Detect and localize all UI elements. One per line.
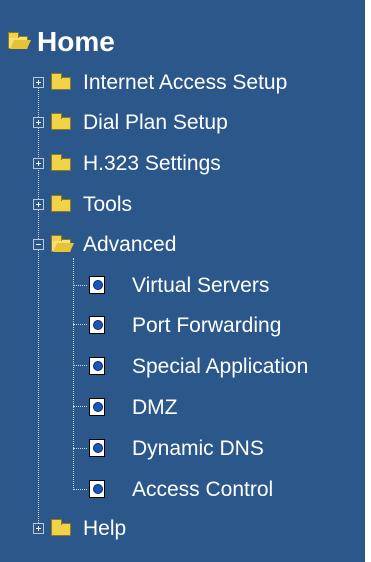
frame-edge xyxy=(365,0,371,562)
tree-item-label: Internet Access Setup xyxy=(83,71,288,94)
page-icon xyxy=(89,316,105,334)
folder-icon xyxy=(51,154,71,171)
page-icon xyxy=(89,398,105,416)
folder-open-icon xyxy=(8,32,28,49)
tree-item-h323-settings[interactable]: H.323 Settings xyxy=(0,148,300,178)
folder-icon xyxy=(51,73,71,90)
expand-plus-icon[interactable] xyxy=(33,158,44,169)
folder-icon xyxy=(51,519,71,536)
expand-plus-icon[interactable] xyxy=(33,199,44,210)
tree-item-internet-access-setup[interactable]: Internet Access Setup xyxy=(0,67,365,97)
tree-item-virtual-servers[interactable]: Virtual Servers xyxy=(0,270,340,300)
tree-item-advanced[interactable]: Advanced xyxy=(0,229,250,259)
collapse-minus-icon[interactable] xyxy=(33,239,44,250)
folder-icon xyxy=(51,195,71,212)
expand-plus-icon[interactable] xyxy=(33,117,44,128)
tree-item-special-application[interactable]: Special Application xyxy=(0,351,365,381)
tree-item-tools[interactable]: Tools xyxy=(0,189,200,219)
tree-item-label: Special Application xyxy=(132,355,309,378)
navigation-tree-panel: Home Internet Access Setup Dial Plan Set… xyxy=(0,0,365,562)
tree-item-label: Port Forwarding xyxy=(132,314,282,337)
page-icon xyxy=(89,357,105,375)
tree-root-home[interactable]: Home xyxy=(0,27,190,57)
page-icon xyxy=(89,276,105,294)
page-icon xyxy=(89,439,105,457)
tree-item-label: DMZ xyxy=(132,396,178,419)
expand-plus-icon[interactable] xyxy=(33,77,44,88)
tree-item-label: Virtual Servers xyxy=(132,274,270,297)
tree-item-dynamic-dns[interactable]: Dynamic DNS xyxy=(0,433,320,463)
tree-item-label: Dial Plan Setup xyxy=(83,111,228,134)
tree-item-label: Tools xyxy=(83,193,133,216)
folder-icon xyxy=(51,113,71,130)
tree-item-label: H.323 Settings xyxy=(83,152,221,175)
tree-item-port-forwarding[interactable]: Port Forwarding xyxy=(0,310,340,340)
page-icon xyxy=(89,480,105,498)
tree-item-label: Access Control xyxy=(132,478,274,501)
tree-item-access-control[interactable]: Access Control xyxy=(0,474,330,504)
tree-item-label: Help xyxy=(83,517,127,540)
tree-item-label: Dynamic DNS xyxy=(132,437,264,460)
folder-open-icon xyxy=(51,235,71,252)
tree-root-label: Home xyxy=(37,26,115,57)
tree-item-dial-plan-setup[interactable]: Dial Plan Setup xyxy=(0,107,300,137)
tree-item-help[interactable]: Help xyxy=(0,513,200,543)
expand-plus-icon[interactable] xyxy=(33,523,44,534)
tree-item-dmz[interactable]: DMZ xyxy=(0,392,200,422)
tree-item-label: Advanced xyxy=(83,233,177,256)
